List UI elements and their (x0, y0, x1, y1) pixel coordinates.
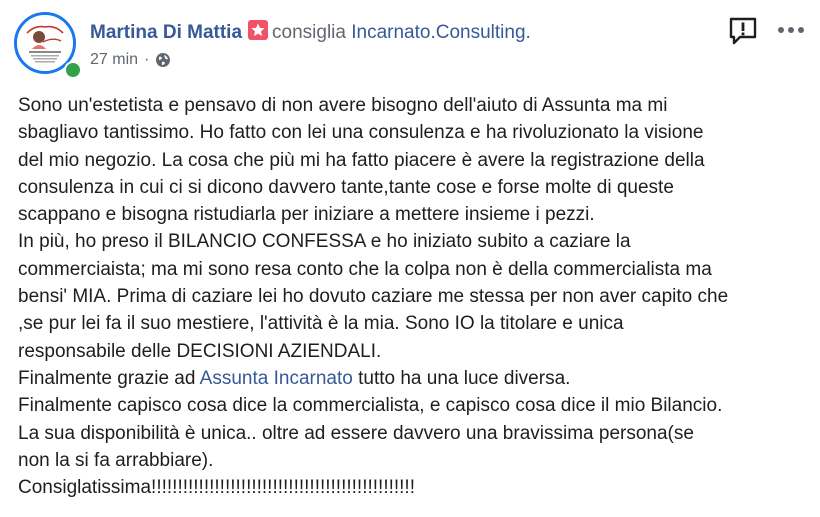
post-meta: 27 min · (90, 51, 171, 69)
post-text-line: non la si fa arrabbiare). (18, 449, 214, 471)
post-text-line: Consiglatissima!!!!!!!!!!!!!!!!!!!!!!!!!… (18, 477, 415, 499)
report-icon[interactable] (728, 16, 758, 46)
post-timestamp[interactable]: 27 min (90, 51, 138, 69)
recommend-verb: consiglia (272, 22, 346, 43)
post-text-line: La sua disponibilità è unica.. oltre ad … (18, 422, 694, 444)
post-header: Martina Di Mattia consiglia Incarnato.Con… (14, 12, 806, 79)
avatar-logo-image (17, 15, 73, 71)
post-text-line: responsabile delle DECISIONI AZIENDALI. (18, 340, 382, 362)
post-text-line: Finalmente capisco cosa dice la commerci… (18, 395, 723, 417)
post-text-line: consulenza in cui ci si dicono davvero t… (18, 176, 674, 198)
star-icon (248, 20, 269, 40)
post-text-line: scappano e bisogna ristudiarla per inizi… (18, 204, 595, 226)
meta-separator: · (144, 51, 150, 68)
post-text-line: bensi' MIA. Prima di caziare lei ho dovu… (18, 286, 729, 308)
more-options-icon[interactable] (776, 20, 806, 40)
post-text-line-with-mention: Finalmente grazie ad Assunta Incarnato t… (18, 365, 808, 392)
post-text-line: commerciaista; ma mi sono resa conto che… (18, 258, 712, 280)
mention-prefix-text: Finalmente grazie ad (18, 367, 200, 389)
post-text-line: ,se pur lei fa il suo mestiere, l'attivi… (18, 313, 624, 335)
author-name-link[interactable]: Martina Di Mattia (90, 22, 242, 43)
mention-suffix-text: tutto ha una luce diversa. (352, 367, 571, 389)
post-text-line: Sono un'estetista e pensavo di non avere… (18, 95, 668, 116)
post-text-line: del mio negozio. La cosa che più mi ha f… (18, 149, 705, 171)
online-status-dot (64, 61, 82, 79)
globe-icon[interactable] (155, 52, 171, 68)
mention-link[interactable]: Assunta Incarnato (200, 368, 353, 389)
post-text-line: In più, ho preso il BILANCIO CONFESSA e … (18, 231, 631, 253)
post-text: Sono un'estetista e pensavo di non avere… (18, 92, 808, 501)
page-name-link[interactable]: Incarnato.Consulting. (351, 22, 531, 43)
post-text-line: sbagliavo tantissimo. Ho fatto con lei u… (18, 122, 704, 144)
post-title-line: Martina Di Mattia consiglia Incarnato.Con… (90, 20, 531, 45)
